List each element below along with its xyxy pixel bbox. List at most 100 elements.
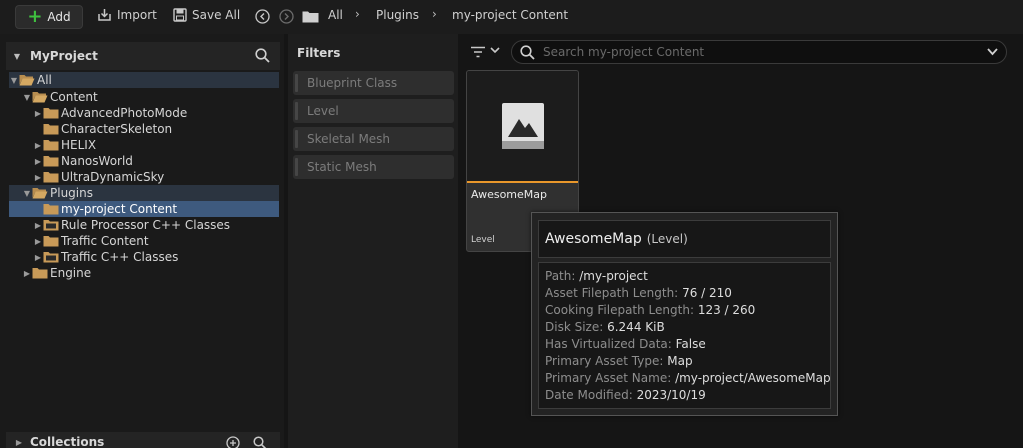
filter-label: Blueprint Class <box>307 76 398 90</box>
collapsed-triangle-icon[interactable]: ▶ <box>14 437 24 447</box>
sources-panel: ▼ MyProject ▼ All ▼ Content ▶ AdvancedPh… <box>0 34 284 448</box>
tooltip-value: /my-project/AwesomeMap <box>675 371 831 385</box>
open-folder-icon <box>32 92 48 103</box>
tooltip-value: False <box>675 337 706 351</box>
filter-skeletal-mesh[interactable]: Skeletal Mesh <box>293 127 454 151</box>
collapsed-triangle-icon[interactable]: ▶ <box>33 156 43 166</box>
tree-item-label: AdvancedPhotoMode <box>61 106 188 120</box>
open-folder-icon <box>32 188 48 199</box>
back-arrow-icon[interactable] <box>255 9 270 24</box>
filters-panel: Filters Blueprint Class Level Skeletal M… <box>288 34 458 448</box>
asset-type: Level <box>471 235 495 245</box>
filter-level[interactable]: Level <box>293 99 454 123</box>
save-icon <box>173 8 187 22</box>
tree-item-all[interactable]: ▼ All <box>9 72 279 88</box>
tooltip-key: Cooking Filepath Length: <box>545 303 694 317</box>
chevron-down-icon[interactable] <box>490 47 500 54</box>
collapsed-triangle-icon[interactable]: ▶ <box>33 252 43 262</box>
tree-item-traffic-cpp[interactable]: ▶ Traffic C++ Classes <box>33 249 178 265</box>
tooltip-value: Map <box>667 354 693 368</box>
tooltip-asset-name: AwesomeMap <box>545 231 642 247</box>
folder-icon <box>43 140 59 151</box>
tree-item-plugins[interactable]: ▼ Plugins <box>9 185 279 201</box>
import-label: Import <box>117 8 157 22</box>
import-button[interactable]: Import <box>97 8 157 22</box>
collapsed-triangle-icon[interactable]: ▶ <box>22 268 32 278</box>
breadcrumb-plugins[interactable]: Plugins <box>376 8 419 22</box>
tooltip-row: Primary Asset Name: /my-project/AwesomeM… <box>545 371 831 388</box>
tooltip-row: Disk Size: 6.244 KiB <box>545 320 830 337</box>
chevron-right-icon[interactable]: › <box>355 7 360 21</box>
collapsed-triangle-icon[interactable]: ▶ <box>33 108 43 118</box>
expanded-triangle-icon[interactable]: ▼ <box>22 188 32 198</box>
tooltip-key: Path: <box>545 269 576 283</box>
tree-item-rule-processor[interactable]: ▶ Rule Processor C++ Classes <box>33 217 230 233</box>
add-button-label: Add <box>47 10 71 24</box>
tree-item-label: All <box>37 73 52 87</box>
collapse-icon[interactable]: ▼ <box>12 51 22 61</box>
tree-item-label: Traffic Content <box>61 234 149 248</box>
tree-item-helix[interactable]: ▶ HELIX <box>33 137 96 153</box>
folder-icon <box>43 172 59 183</box>
asset-type-color-bar <box>467 181 578 183</box>
search-input[interactable] <box>543 45 983 59</box>
tooltip-key: Asset Filepath Length: <box>545 286 679 300</box>
save-all-label: Save All <box>192 8 241 22</box>
folder-icon <box>43 236 59 247</box>
search-icon[interactable] <box>253 436 267 448</box>
collections-header[interactable]: ▶ Collections <box>6 432 280 448</box>
folder-icon <box>43 156 59 167</box>
tooltip-key: Disk Size: <box>545 320 604 334</box>
tooltip-row: Asset Filepath Length: 76 / 210 <box>545 286 830 303</box>
tooltip-value: 6.244 KiB <box>607 320 665 334</box>
tree-item-my-project-content[interactable]: my-project Content <box>9 201 279 217</box>
expanded-triangle-icon[interactable]: ▼ <box>22 92 32 102</box>
breadcrumb-all[interactable]: All <box>328 8 343 22</box>
tooltip-key: Primary Asset Type: <box>545 354 664 368</box>
filter-icon[interactable] <box>470 46 486 58</box>
forward-arrow-icon[interactable] <box>279 9 294 24</box>
tree-item-nanos-world[interactable]: ▶ NanosWorld <box>33 153 133 169</box>
tree-item-label: Rule Processor C++ Classes <box>61 218 231 232</box>
add-collection-icon[interactable] <box>226 436 240 448</box>
filters-title: Filters <box>297 46 341 60</box>
tree-item-label: my-project Content <box>61 202 178 216</box>
cpp-folder-icon <box>43 252 59 263</box>
tree-item-traffic-content[interactable]: ▶ Traffic Content <box>33 233 149 249</box>
tooltip-asset-type: (Level) <box>646 232 688 246</box>
tooltip-value: 123 / 260 <box>697 303 756 317</box>
tree-item-character-skeleton[interactable]: CharacterSkeleton <box>43 121 172 137</box>
tree-item-label: Traffic C++ Classes <box>61 250 179 264</box>
save-all-button[interactable]: Save All <box>173 8 240 22</box>
asset-search-box[interactable] <box>511 40 1007 64</box>
collapsed-triangle-icon[interactable]: ▶ <box>33 236 43 246</box>
folder-icon <box>43 124 59 135</box>
tree-item-content[interactable]: ▼ Content <box>22 89 98 105</box>
chevron-right-icon[interactable]: › <box>432 7 437 21</box>
folder-icon <box>43 204 59 215</box>
cpp-folder-icon <box>43 220 59 231</box>
tree-item-engine[interactable]: ▶ Engine <box>22 265 91 281</box>
breadcrumb-current[interactable]: my-project Content <box>452 8 568 22</box>
tree-item-ultra-dynamic-sky[interactable]: ▶ UltraDynamicSky <box>33 169 164 185</box>
tooltip-key: Has Virtualized Data: <box>545 337 672 351</box>
tooltip-row: Primary Asset Type: Map <box>545 354 830 371</box>
tooltip-row: Date Modified: 2023/10/19 <box>545 388 830 405</box>
filter-label: Level <box>307 104 339 118</box>
chevron-down-icon[interactable] <box>987 48 998 56</box>
asset-tooltip: AwesomeMap (Level) Path: /my-project Ass… <box>531 212 838 416</box>
search-icon[interactable] <box>255 48 270 63</box>
expanded-triangle-icon[interactable]: ▼ <box>9 75 19 85</box>
filter-label: Skeletal Mesh <box>307 132 391 146</box>
filter-blueprint-class[interactable]: Blueprint Class <box>293 71 454 95</box>
filter-static-mesh[interactable]: Static Mesh <box>293 155 454 179</box>
filter-label: Static Mesh <box>307 160 377 174</box>
tree-item-advanced-photo-mode[interactable]: ▶ AdvancedPhotoMode <box>33 105 187 121</box>
sources-header[interactable]: ▼ MyProject <box>6 42 280 70</box>
collapsed-triangle-icon[interactable]: ▶ <box>33 140 43 150</box>
tree-item-label: CharacterSkeleton <box>61 122 173 136</box>
tree-item-label: HELIX <box>61 138 97 152</box>
collapsed-triangle-icon[interactable]: ▶ <box>33 220 43 230</box>
add-button[interactable]: + Add <box>15 5 83 29</box>
collapsed-triangle-icon[interactable]: ▶ <box>33 172 43 182</box>
